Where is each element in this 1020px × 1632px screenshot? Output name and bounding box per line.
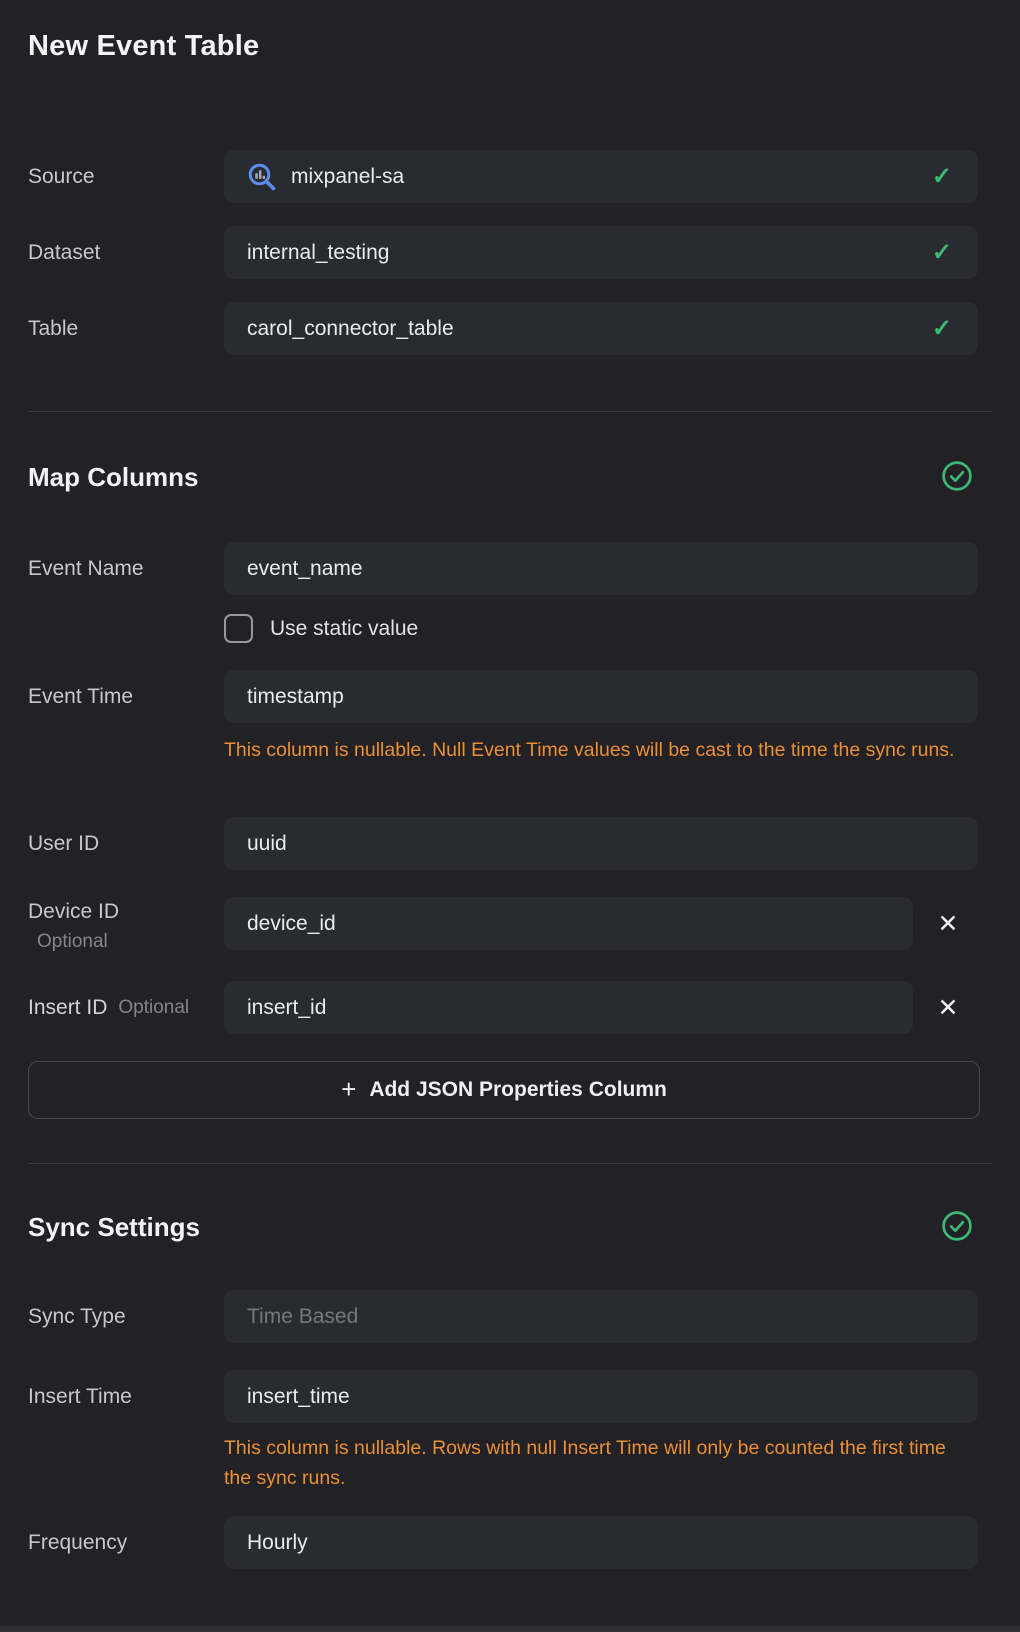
dataset-select[interactable]: internal_testing ✓ <box>224 226 978 279</box>
insert-id-label: Insert ID <box>28 996 107 1020</box>
frequency-value: Hourly <box>247 1531 308 1555</box>
device-id-label-group: Device ID Optional <box>28 899 119 954</box>
use-static-value-checkbox[interactable] <box>224 614 253 643</box>
source-select[interactable]: mixpanel-sa ✓ <box>224 150 978 203</box>
device-id-column-select[interactable]: device_id <box>224 897 913 950</box>
user-id-column-select[interactable]: uuid <box>224 817 978 870</box>
device-id-optional-label: Optional <box>28 930 119 954</box>
map-columns-complete-icon <box>941 460 973 492</box>
dataset-value: internal_testing <box>247 241 389 265</box>
user-id-value: uuid <box>247 832 287 856</box>
new-event-table-form: New Event Table Source mixpanel-sa ✓ Dat… <box>0 0 1020 1632</box>
section-divider <box>28 411 992 412</box>
sync-type-label: Sync Type <box>28 1290 126 1343</box>
dataset-label: Dataset <box>28 226 100 279</box>
section-divider <box>28 1163 992 1164</box>
dataset-valid-check-icon: ✓ <box>932 226 952 279</box>
page-title: New Event Table <box>28 30 259 63</box>
sync-settings-complete-icon <box>941 1210 973 1242</box>
event-time-nullable-warning: This column is nullable. Null Event Time… <box>224 735 969 765</box>
table-valid-check-icon: ✓ <box>932 302 952 355</box>
insert-id-optional-label: Optional <box>118 997 189 1019</box>
device-id-row: Device ID Optional device_id ✕ <box>0 897 1020 950</box>
dataset-row: Dataset internal_testing ✓ <box>0 226 1020 279</box>
insert-time-value: insert_time <box>247 1385 350 1409</box>
insert-time-row: Insert Time insert_time <box>0 1370 1020 1423</box>
use-static-value-label: Use static value <box>270 617 418 641</box>
event-time-value: timestamp <box>247 685 344 709</box>
frequency-label: Frequency <box>28 1516 127 1569</box>
user-id-label: User ID <box>28 817 99 870</box>
sync-settings-heading: Sync Settings <box>28 1212 200 1243</box>
insert-time-label: Insert Time <box>28 1370 132 1423</box>
event-time-row: Event Time timestamp <box>0 670 1020 723</box>
table-value: carol_connector_table <box>247 317 454 341</box>
map-columns-heading: Map Columns <box>28 462 198 493</box>
event-name-row: Event Name event_name <box>0 542 1020 595</box>
insert-id-row: Insert ID Optional insert_id ✕ <box>0 981 1020 1034</box>
device-id-remove-icon[interactable]: ✕ <box>933 897 963 950</box>
plus-icon: + <box>341 1074 356 1105</box>
insert-id-value: insert_id <box>247 996 326 1020</box>
table-row: Table carol_connector_table ✓ <box>0 302 1020 355</box>
source-label: Source <box>28 150 95 203</box>
bottom-panel-edge <box>0 1626 1020 1632</box>
event-name-column-select[interactable]: event_name <box>224 542 978 595</box>
frequency-select[interactable]: Hourly <box>224 1516 978 1569</box>
table-select[interactable]: carol_connector_table ✓ <box>224 302 978 355</box>
insert-time-nullable-warning: This column is nullable. Rows with null … <box>224 1433 969 1493</box>
static-value-row: Use static value <box>224 614 418 643</box>
event-time-label: Event Time <box>28 670 133 723</box>
event-name-value: event_name <box>247 557 363 581</box>
frequency-row: Frequency Hourly <box>0 1516 1020 1569</box>
event-name-label: Event Name <box>28 542 144 595</box>
table-label: Table <box>28 302 78 355</box>
insert-id-column-select[interactable]: insert_id <box>224 981 913 1034</box>
user-id-row: User ID uuid <box>0 817 1020 870</box>
mixpanel-source-icon <box>247 162 277 192</box>
insert-id-remove-icon[interactable]: ✕ <box>933 981 963 1034</box>
insert-id-label-group: Insert ID Optional <box>28 981 189 1034</box>
sync-type-row: Sync Type Time Based <box>0 1290 1020 1343</box>
device-id-label: Device ID <box>28 899 119 925</box>
source-value: mixpanel-sa <box>291 165 404 189</box>
source-row: Source mixpanel-sa ✓ <box>0 150 1020 203</box>
source-valid-check-icon: ✓ <box>932 150 952 203</box>
add-json-properties-button[interactable]: + Add JSON Properties Column <box>28 1061 980 1119</box>
device-id-value: device_id <box>247 912 336 936</box>
event-time-column-select[interactable]: timestamp <box>224 670 978 723</box>
add-json-properties-label: Add JSON Properties Column <box>369 1078 667 1102</box>
sync-type-select: Time Based <box>224 1290 978 1343</box>
sync-type-value: Time Based <box>247 1305 358 1329</box>
insert-time-column-select[interactable]: insert_time <box>224 1370 978 1423</box>
